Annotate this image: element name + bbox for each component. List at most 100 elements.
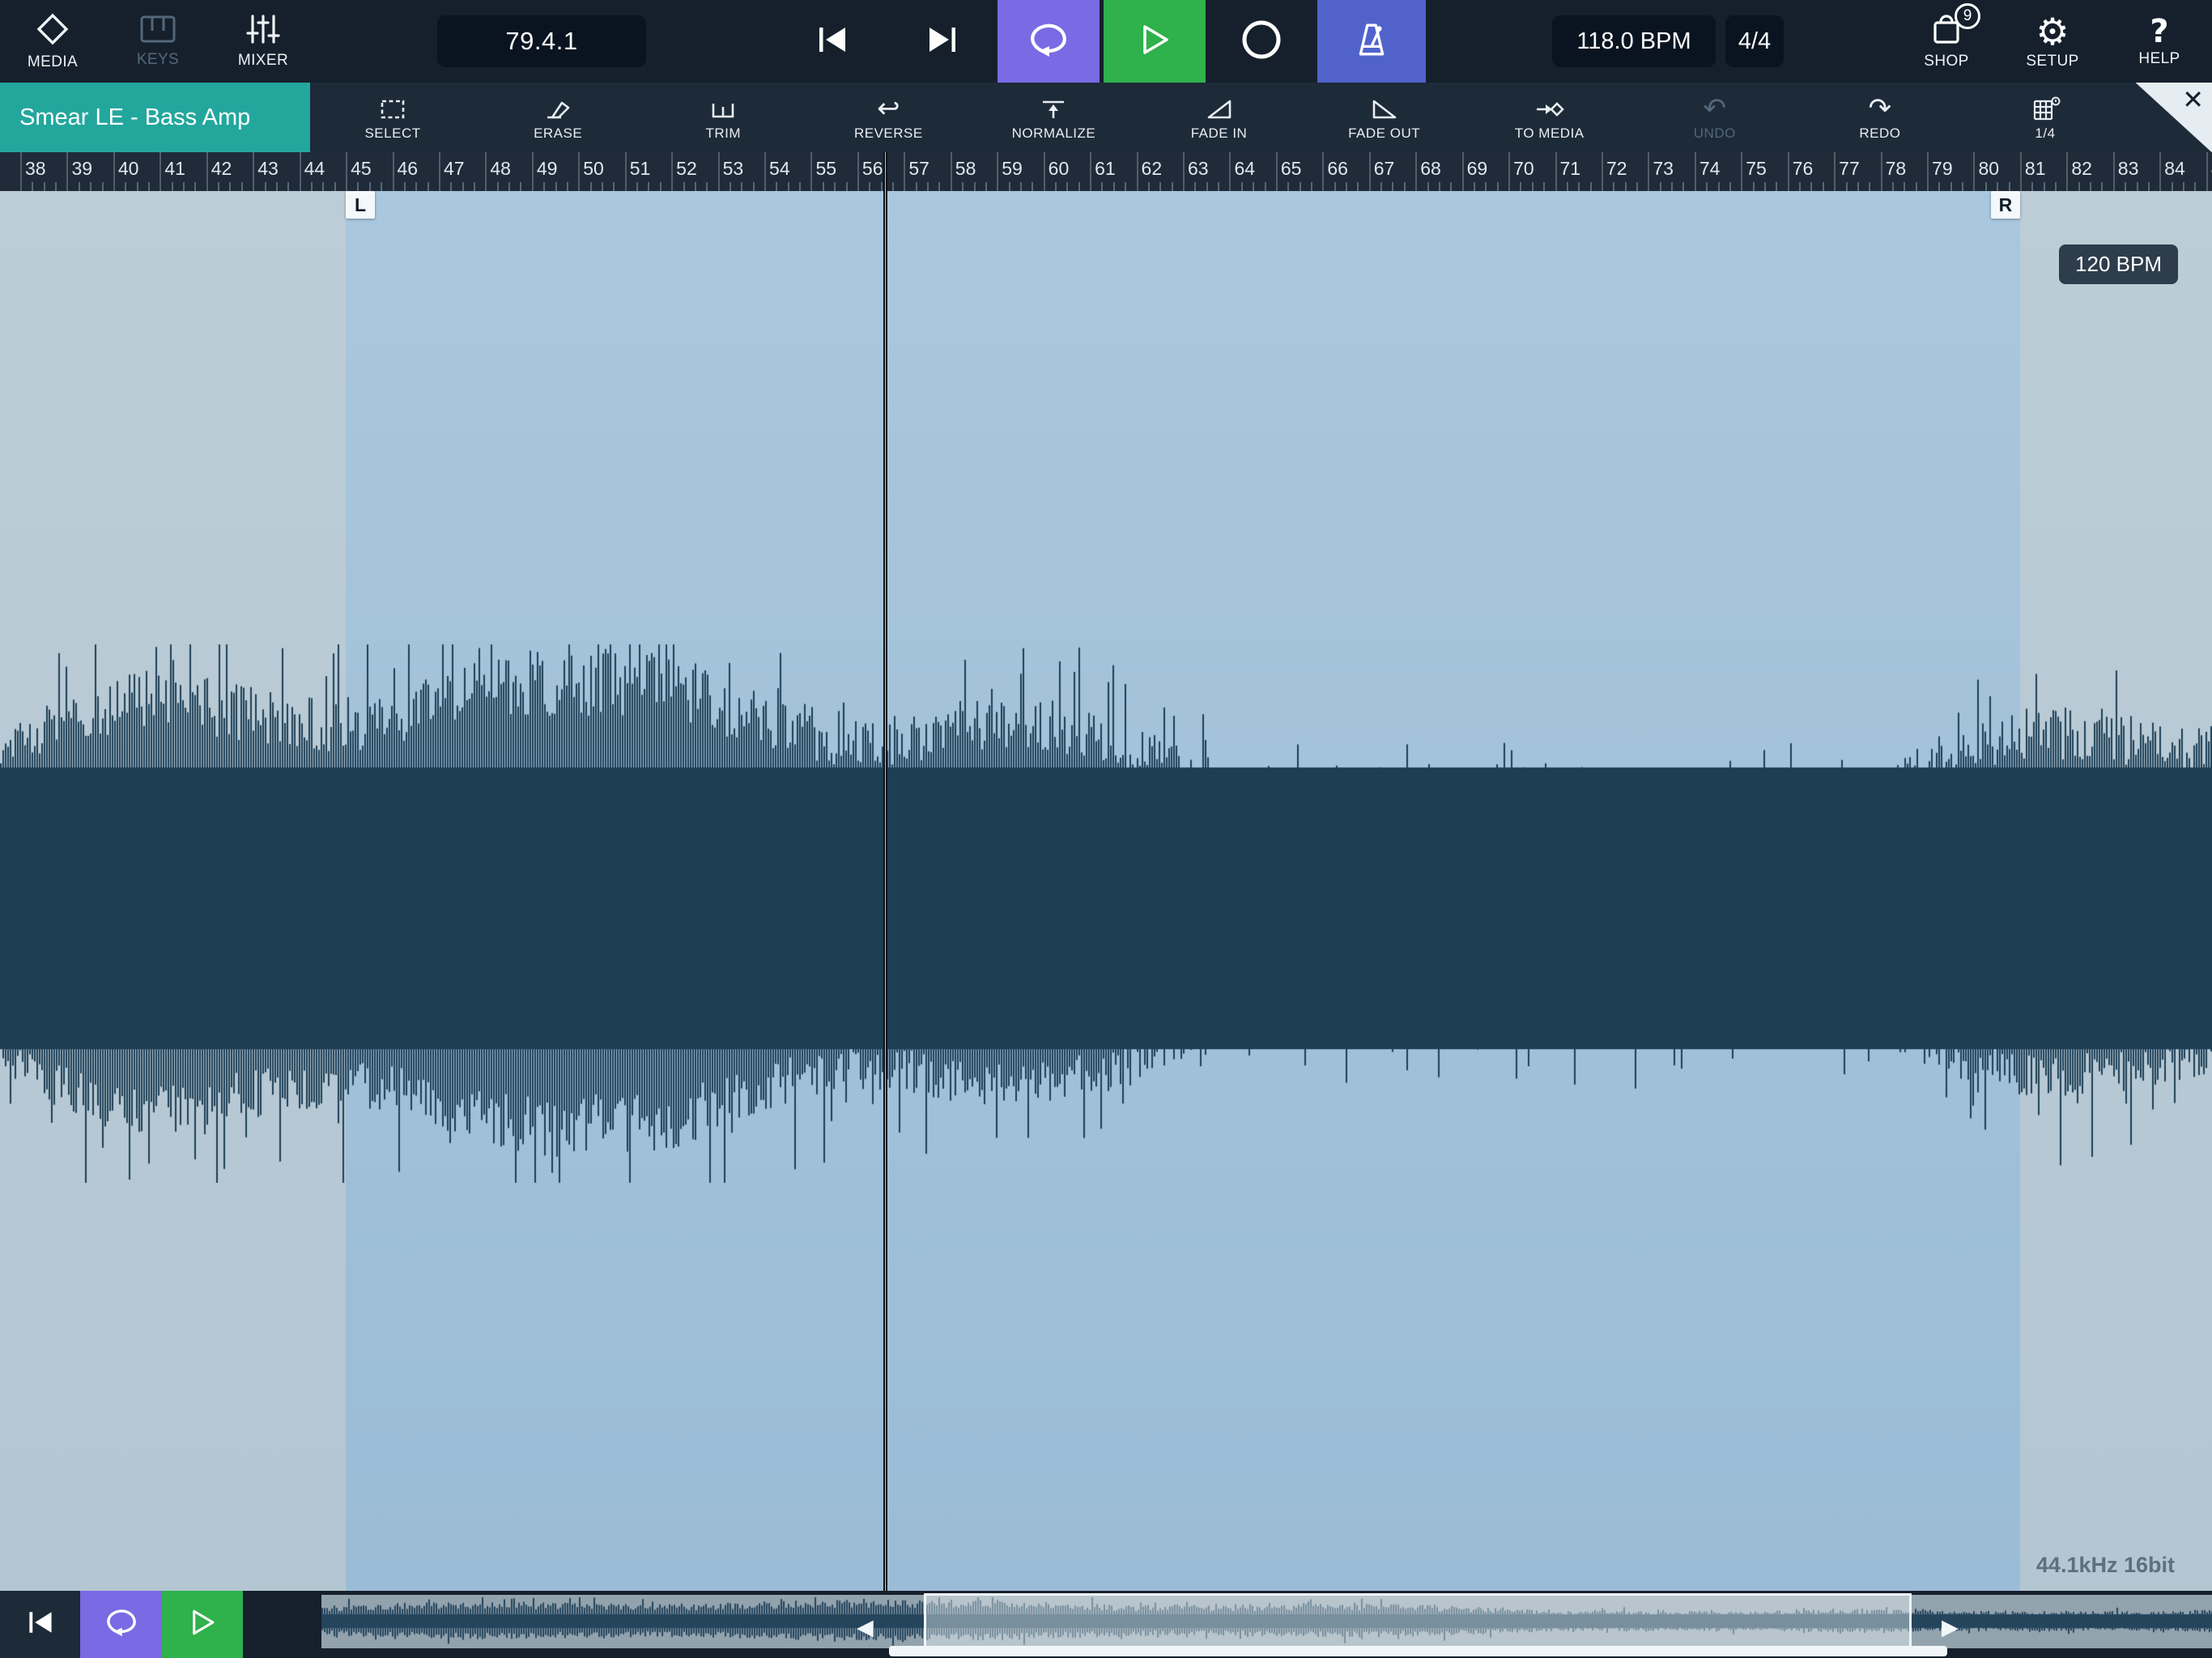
position-display[interactable]: 79.4.1 [437,15,646,67]
tool-label: REVERSE [854,125,923,142]
ruler-minor-tick [753,182,755,191]
shop-button[interactable]: 9 SHOP [1898,0,1995,83]
ruler-minor-tick [1706,182,1708,191]
skip-to-end-button[interactable] [905,0,980,83]
ruler-bar-tick [532,152,534,191]
ruler-minor-tick [137,182,138,191]
tool-normalize-button[interactable]: NORMALIZE [971,83,1136,152]
grid-icon [2030,93,2061,122]
left-locator-flag[interactable]: L [346,191,375,219]
ruler-minor-tick [706,182,708,191]
help-button[interactable]: ? HELP [2110,0,2209,83]
help-label: HELP [2138,50,2180,68]
play-button[interactable] [1104,0,1206,83]
ruler-bar-tick [346,152,347,191]
mini-skip-to-start-button[interactable] [0,1591,80,1658]
ruler-minor-tick [1962,182,1963,191]
tool-undo-button[interactable]: ↶UNDO [1632,83,1797,152]
tool-grid-button[interactable]: 1/4 [1963,83,2128,152]
ruler-minor-tick [1194,182,1196,191]
media-button[interactable]: MEDIA [0,0,105,83]
play-icon [1138,23,1172,61]
ruler-minor-tick [1009,182,1010,191]
scroll-right-arrow-icon[interactable]: ▶ [1942,1615,1959,1640]
ruler-minor-tick [194,182,196,191]
ruler-minor-tick [799,182,801,191]
ruler-minor-tick [2125,182,2126,191]
ruler-bar-number: 47 [444,158,465,180]
ruler-bar-number: 64 [1234,158,1255,180]
redo-icon: ↷ [1869,93,1892,122]
ruler-minor-tick [648,182,649,191]
mini-cycle-button[interactable] [80,1591,162,1658]
ruler-minor-tick [1764,182,1766,191]
cycle-button[interactable] [998,0,1100,83]
ruler-minor-tick [1590,182,1592,191]
ruler-minor-tick [2148,182,2150,191]
setup-button[interactable]: ⚙ SETUP [2005,0,2100,83]
ruler-minor-tick [1334,182,1336,191]
ruler-minor-tick [55,182,57,191]
scroll-left-arrow-icon[interactable]: ◀ [857,1615,874,1640]
ruler-minor-tick [916,182,917,191]
ruler-minor-tick [730,182,731,191]
ruler-minor-tick [1543,182,1545,191]
tool-reverse-button[interactable]: ↩REVERSE [806,83,971,152]
tool-erase-button[interactable]: ERASE [475,83,640,152]
tool-fade-out-button[interactable]: FADE OUT [1302,83,1467,152]
ruler-bar-tick [206,152,208,191]
ruler-minor-tick [1159,182,1161,191]
mixer-button[interactable]: MIXER [211,0,316,83]
ruler-minor-tick [1020,182,1022,191]
ruler-bar-tick [1927,152,1929,191]
ruler-minor-tick [602,182,603,191]
ruler-minor-tick [1857,182,1859,191]
ruler-minor-tick [2183,182,2184,191]
waveform-editor-area[interactable]: L R 120 BPM 44.1kHz 16bit [0,191,2212,1591]
ruler-minor-tick [927,182,929,191]
tempo-display[interactable]: 118.0 BPM [1552,15,1716,67]
ruler-minor-tick [788,182,789,191]
time-signature-display[interactable]: 4/4 [1725,15,1784,67]
ruler-bar-number: 62 [1142,158,1163,180]
timeline-ruler[interactable]: 3839404142434445464748495051525354555657… [0,152,2212,191]
tool-to-media-button[interactable]: TO MEDIA [1467,83,1632,152]
ruler-minor-tick [428,182,429,191]
piano-keys-icon [139,14,177,49]
ruler-minor-tick [183,182,185,191]
tool-redo-button[interactable]: ↷REDO [1797,83,1963,152]
playhead[interactable] [883,152,887,1591]
ruler-minor-tick [881,182,883,191]
keys-button[interactable]: KEYS [105,0,211,83]
ruler-minor-tick [1718,182,1720,191]
tempo-value: 118.0 BPM [1576,28,1691,55]
tool-trim-button[interactable]: TRIM [640,83,806,152]
overview-viewport-window[interactable] [924,1593,1912,1650]
mini-play-button[interactable] [162,1591,243,1658]
ruler-minor-tick [1729,182,1731,191]
ruler-bar-tick [1508,152,1510,191]
tool-fade-in-button[interactable]: FADE IN [1136,83,1301,152]
skip-to-start-button[interactable] [795,0,870,83]
ruler-minor-tick [90,182,91,191]
ruler-minor-tick [1172,182,1173,191]
tool-select-button[interactable]: SELECT [310,83,475,152]
metronome-button[interactable] [1317,0,1426,83]
ruler-minor-tick [1485,182,1487,191]
close-editor-button[interactable]: ✕ [2136,83,2212,152]
clip-name-label: Smear LE - Bass Amp [0,83,310,152]
ruler-bar-number: 48 [490,158,511,180]
ruler-minor-tick [695,182,696,191]
ruler-minor-tick [287,182,289,191]
overview-scroll-handle[interactable] [889,1646,1947,1656]
ruler-minor-tick [869,182,870,191]
ruler-bar-number: 69 [1467,158,1488,180]
waveform-canvas[interactable] [0,191,2212,1591]
ruler-bar-tick [1695,152,1696,191]
tool-label: ERASE [534,125,582,142]
fade-out-icon [1370,93,1399,122]
ruler-bar-number: 61 [1095,158,1116,180]
right-locator-flag[interactable]: R [1991,191,2020,219]
ruler-bar-number: 81 [2025,158,2046,180]
record-button[interactable] [1210,0,1313,83]
